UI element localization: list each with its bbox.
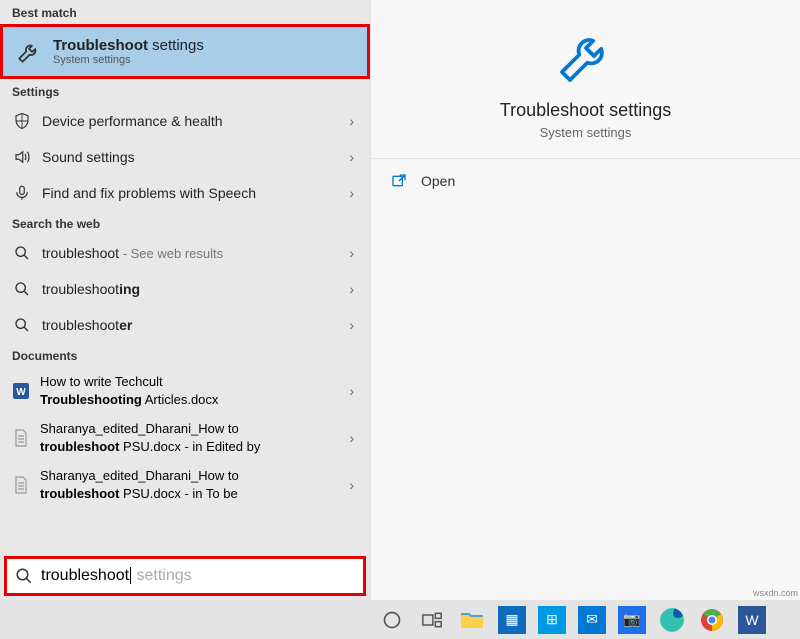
settings-item-label: Sound settings [42, 148, 345, 166]
section-header-web: Search the web [0, 211, 370, 235]
taskbar-edge-button[interactable] [652, 600, 692, 639]
settings-item-label: Find and fix problems with Speech [42, 184, 345, 202]
settings-item-label: Device performance & health [42, 112, 345, 130]
web-item[interactable]: troubleshoot - See web results › [0, 235, 370, 271]
chevron-right-icon: › [345, 149, 358, 165]
shield-icon [12, 111, 32, 131]
section-header-documents: Documents [0, 343, 370, 367]
best-match-subtitle: System settings [53, 54, 204, 66]
search-icon [15, 567, 33, 585]
taskbar-mail-button[interactable]: ✉ [572, 600, 612, 639]
taskbar-chrome-button[interactable] [692, 600, 732, 639]
settings-item-device-performance[interactable]: Device performance & health › [0, 103, 370, 139]
microphone-icon [12, 183, 32, 203]
taskbar-app-button[interactable]: ▦ [492, 600, 532, 639]
taskbar-cortana-button[interactable] [372, 600, 412, 639]
generic-doc-icon [12, 427, 30, 449]
best-match-title: Troubleshoot settings [53, 37, 204, 54]
chevron-right-icon: › [345, 430, 358, 446]
document-label: Sharanya_edited_Dharani_How to troublesh… [40, 467, 345, 502]
search-results-pane: Best match Troubleshoot settings System … [0, 0, 370, 600]
chevron-right-icon: › [345, 317, 358, 333]
web-item-label: troubleshooter [42, 316, 345, 335]
preview-subtitle: System settings [540, 125, 632, 140]
section-header-best-match: Best match [0, 0, 370, 24]
wrench-icon [554, 24, 618, 88]
chevron-right-icon: › [345, 185, 358, 201]
preview-title: Troubleshoot settings [500, 100, 671, 121]
web-item[interactable]: troubleshooting › [0, 271, 370, 307]
chevron-right-icon: › [345, 383, 358, 399]
generic-doc-icon [12, 474, 30, 496]
search-input[interactable]: troubleshoot settings [4, 556, 366, 596]
search-hint-text: settings [132, 567, 192, 584]
taskbar-explorer-button[interactable] [452, 600, 492, 639]
taskbar-word-button[interactable]: W [732, 600, 772, 639]
taskbar-app-button[interactable]: ⊞ [532, 600, 572, 639]
svg-text:W: W [16, 387, 26, 398]
speaker-icon [12, 147, 32, 167]
taskbar: ▦ ⊞ ✉ 📷 W [0, 600, 800, 639]
search-icon [12, 243, 32, 263]
section-header-settings: Settings [0, 79, 370, 103]
document-label: Sharanya_edited_Dharani_How to troublesh… [40, 420, 345, 455]
chevron-right-icon: › [345, 113, 358, 129]
chevron-right-icon: › [345, 281, 358, 297]
search-icon [12, 279, 32, 299]
chevron-right-icon: › [345, 477, 358, 493]
taskbar-taskview-button[interactable] [412, 600, 452, 639]
document-item[interactable]: Sharanya_edited_Dharani_How to troublesh… [0, 414, 370, 461]
open-action[interactable]: Open [371, 159, 800, 203]
web-item[interactable]: troubleshooter › [0, 307, 370, 343]
settings-item-sound[interactable]: Sound settings › [0, 139, 370, 175]
document-label: How to write Techcult Troubleshooting Ar… [40, 373, 345, 408]
search-icon [12, 315, 32, 335]
best-match-item[interactable]: Troubleshoot settings System settings [0, 24, 370, 79]
watermark: wsxdn.com [753, 588, 798, 598]
document-item[interactable]: Sharanya_edited_Dharani_How to troublesh… [0, 461, 370, 508]
open-label: Open [421, 173, 455, 189]
chevron-right-icon: › [345, 245, 358, 261]
open-icon [391, 173, 407, 189]
word-doc-icon: W [12, 380, 30, 402]
web-item-label: troubleshooting [42, 280, 345, 299]
document-item[interactable]: W How to write Techcult Troubleshooting … [0, 367, 370, 414]
web-item-label: troubleshoot - See web results [42, 244, 345, 263]
wrench-icon [15, 38, 43, 66]
taskbar-app-button[interactable]: 📷 [612, 600, 652, 639]
preview-pane: Troubleshoot settings System settings Op… [370, 0, 800, 600]
settings-item-speech[interactable]: Find and fix problems with Speech › [0, 175, 370, 211]
search-typed-text: troubleshoot [41, 567, 129, 584]
